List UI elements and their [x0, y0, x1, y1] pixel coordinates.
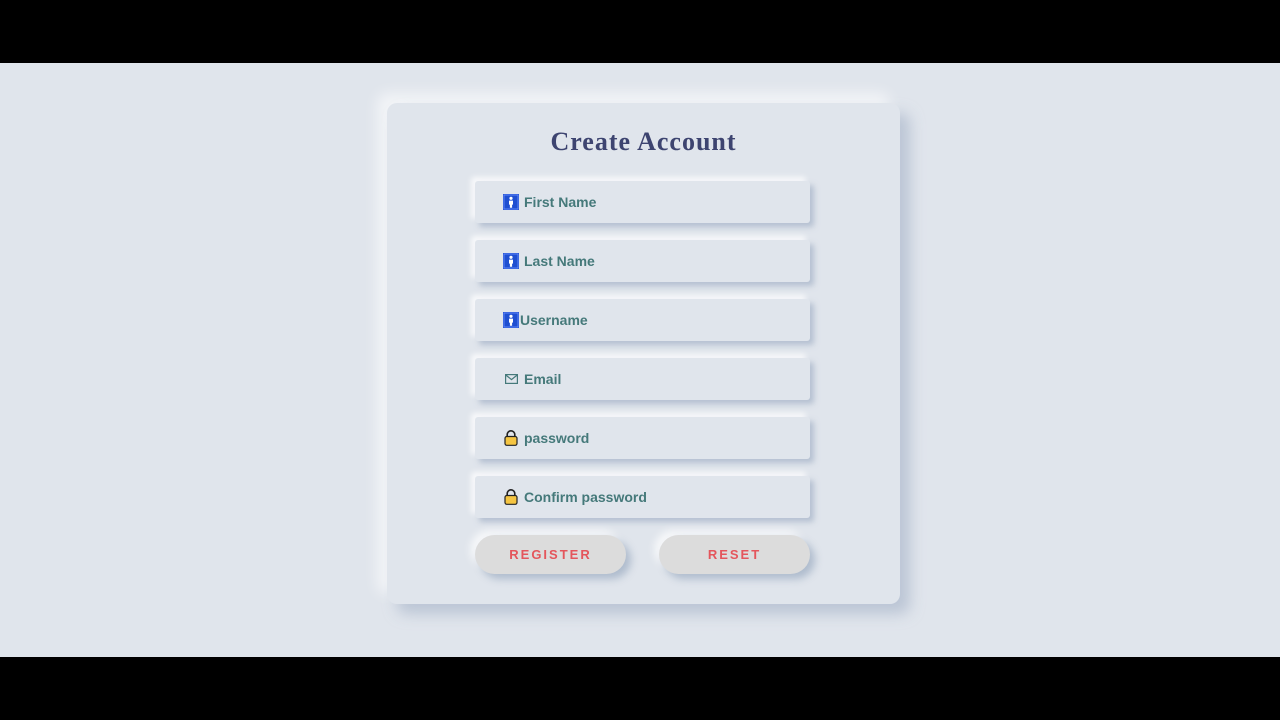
first-name-field[interactable]: First Name — [475, 181, 810, 223]
form-title: Create Account — [550, 127, 737, 156]
confirm-password-field[interactable]: Confirm password — [475, 476, 810, 518]
person-icon — [503, 194, 519, 210]
register-button[interactable]: REGISTER — [475, 535, 626, 574]
last-name-label: Last Name — [524, 253, 595, 269]
username-label: Username — [520, 312, 588, 328]
letterbox-bottom — [0, 657, 1280, 720]
create-account-card: Create Account First Name Last Name User… — [387, 103, 900, 604]
person-icon — [503, 253, 519, 269]
person-icon — [503, 312, 519, 328]
last-name-field[interactable]: Last Name — [475, 240, 810, 282]
lock-icon — [503, 430, 519, 446]
email-field[interactable]: Email — [475, 358, 810, 400]
reset-button[interactable]: RESET — [659, 535, 810, 574]
page-background: Create Account First Name Last Name User… — [0, 63, 1280, 657]
username-field[interactable]: Username — [475, 299, 810, 341]
envelope-icon — [503, 371, 519, 387]
letterbox-top — [0, 0, 1280, 63]
email-label: Email — [524, 371, 562, 387]
confirm-password-label: Confirm password — [524, 489, 647, 505]
first-name-label: First Name — [524, 194, 597, 210]
password-field[interactable]: password — [475, 417, 810, 459]
password-label: password — [524, 430, 590, 446]
lock-icon — [503, 489, 519, 505]
